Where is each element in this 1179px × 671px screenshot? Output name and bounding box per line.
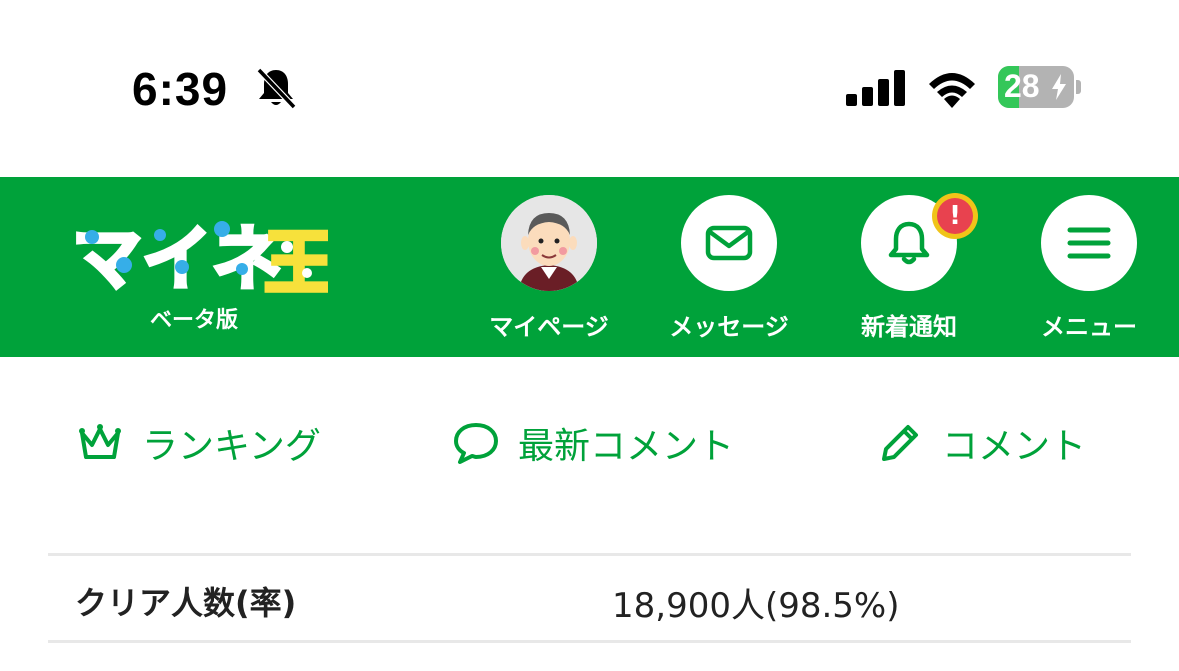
table-divider-bottom bbox=[48, 640, 1131, 643]
app-header: マイネ 王 ベータ版 マイページ メッセージ ! 新着通知 メニュー bbox=[0, 177, 1179, 357]
nav-notifications[interactable]: ! 新着通知 bbox=[829, 193, 989, 345]
charging-bolt-icon bbox=[1052, 74, 1066, 100]
nav-mypage[interactable]: マイページ bbox=[469, 195, 629, 345]
notification-badge: ! bbox=[932, 193, 978, 239]
avatar-icon bbox=[501, 195, 597, 291]
nav-mypage-label: マイページ bbox=[489, 313, 609, 341]
logo-beta-label: ベータ版 bbox=[150, 308, 239, 333]
pencil-icon bbox=[882, 425, 918, 461]
table-divider-top bbox=[48, 553, 1131, 556]
tab-ranking[interactable]: ランキング bbox=[76, 415, 321, 471]
nav-menu[interactable]: メニュー bbox=[1009, 195, 1169, 345]
messages-button[interactable] bbox=[681, 195, 777, 291]
clear-count-label: クリア人数(率) bbox=[75, 584, 297, 622]
tab-latest-comments-label: 最新コメント bbox=[518, 426, 735, 467]
nav-messages[interactable]: メッセージ bbox=[649, 195, 809, 345]
tab-comment[interactable]: コメント bbox=[876, 415, 1086, 471]
tab-ranking-label: ランキング bbox=[142, 426, 321, 467]
site-logo[interactable]: マイネ 王 bbox=[72, 207, 328, 297]
bell-icon bbox=[888, 221, 930, 265]
status-bar: 6:39 28 bbox=[0, 0, 1179, 177]
speech-bubble-icon bbox=[454, 423, 498, 464]
hamburger-icon bbox=[1067, 227, 1111, 259]
crown-icon bbox=[79, 424, 121, 459]
nav-menu-label: メニュー bbox=[1041, 313, 1137, 341]
battery-charging-icon: 28 bbox=[998, 66, 1082, 110]
battery-level: 28 bbox=[1004, 68, 1040, 104]
avatar[interactable] bbox=[501, 195, 597, 291]
menu-button[interactable] bbox=[1041, 195, 1137, 291]
nav-messages-label: メッセージ bbox=[669, 313, 789, 341]
svg-text:マイネ: マイネ bbox=[72, 218, 282, 297]
tab-comment-label: コメント bbox=[942, 426, 1087, 467]
badge-exclamation: ! bbox=[937, 198, 973, 234]
status-time: 6:39 bbox=[132, 63, 229, 115]
tab-latest-comments[interactable]: 最新コメント bbox=[452, 415, 734, 471]
wifi-icon bbox=[929, 73, 975, 108]
nav-notifications-label: 新着通知 bbox=[861, 313, 957, 341]
clear-count-value: 18,900人(98.5%) bbox=[612, 586, 900, 626]
svg-text:王: 王 bbox=[264, 222, 328, 297]
bell-slash-icon bbox=[256, 67, 297, 110]
cellular-signal-icon bbox=[846, 70, 905, 106]
mail-icon bbox=[705, 225, 753, 261]
